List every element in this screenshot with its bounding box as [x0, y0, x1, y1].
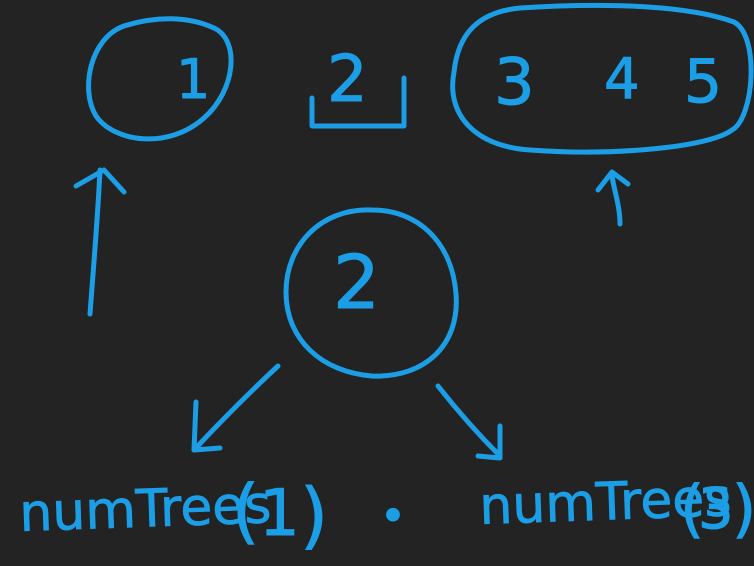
- middle-root-label: 2: [333, 240, 380, 326]
- operator-symbol: •: [380, 491, 406, 542]
- right-value-4: 4: [604, 47, 640, 112]
- right-value-5: 5: [684, 47, 722, 117]
- left-value-label: 1: [176, 48, 210, 111]
- left-call-close-paren: ): [300, 473, 328, 557]
- right-call-arg: 3: [698, 477, 734, 542]
- right-call-close-paren: ): [732, 472, 754, 545]
- right-value-3: 3: [494, 46, 535, 120]
- left-call-arg: 1: [259, 477, 300, 551]
- left-call-open-paren: (: [232, 470, 259, 552]
- whiteboard-canvas: 1 2 3 4 5 2 numTrees ( 1 ) • numTrees ( …: [0, 0, 754, 566]
- root-value-label: 2: [327, 43, 368, 117]
